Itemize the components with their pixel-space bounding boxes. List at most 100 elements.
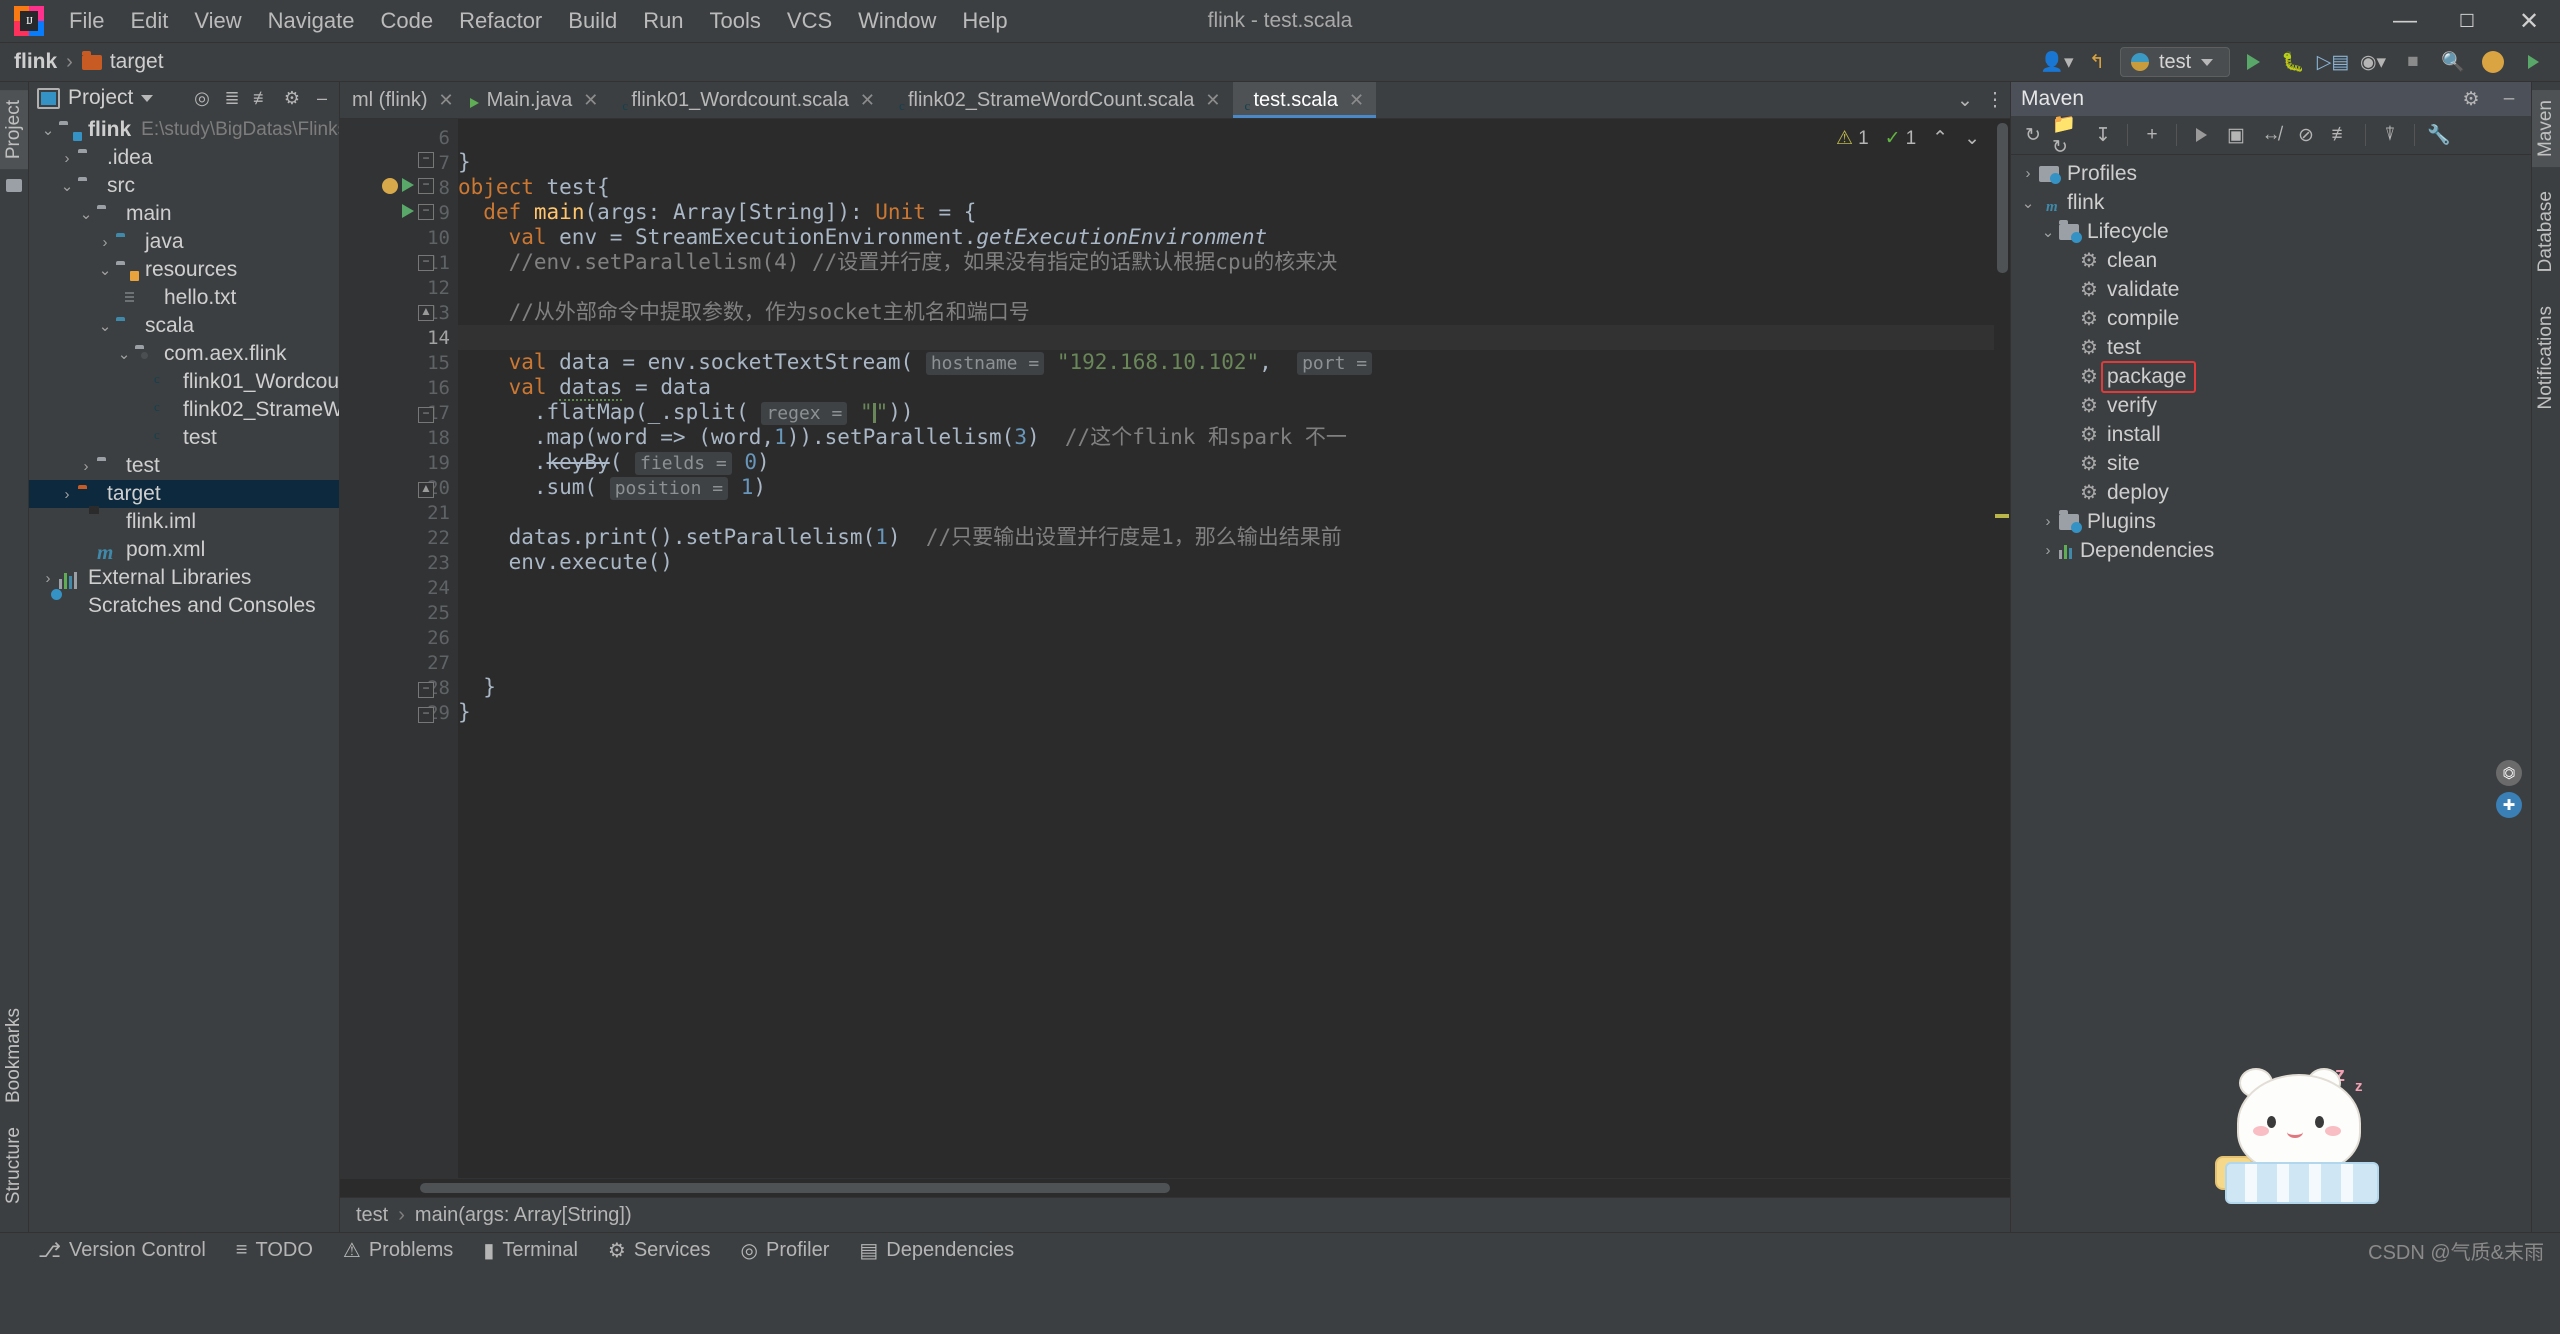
fold-icon[interactable]: ▲ xyxy=(418,482,434,498)
maven-item-verify[interactable]: ⚙ verify xyxy=(2011,391,2531,420)
chevron-down-icon[interactable] xyxy=(141,94,154,102)
tree-item-pom-xml[interactable]: m pom.xml xyxy=(29,536,339,564)
reload-icon[interactable]: ↻ xyxy=(2017,120,2049,150)
execute-goal-icon[interactable]: ▣ xyxy=(2220,120,2252,150)
run-icon[interactable] xyxy=(402,204,414,218)
minimize-button[interactable]: — xyxy=(2374,0,2436,42)
tree-item-test[interactable]: test xyxy=(29,424,339,452)
fold-icon[interactable]: − xyxy=(418,707,434,723)
menu-item-vcs[interactable]: VCS xyxy=(774,4,845,38)
fold-icon[interactable]: − xyxy=(418,255,434,271)
settings-gear-icon[interactable]: ⚙ xyxy=(2455,84,2487,114)
menu-item-run[interactable]: Run xyxy=(630,4,696,38)
menu-item-build[interactable]: Build xyxy=(555,4,630,38)
maven-item-flink[interactable]: ⌄ m flink xyxy=(2011,188,2531,217)
maven-item-clean[interactable]: ⚙ clean xyxy=(2011,246,2531,275)
code-area[interactable]: } object test{ def main(args: Array[Strin… xyxy=(458,119,2010,1178)
editor-tab-test-scala[interactable]: test.scala ✕ xyxy=(1232,82,1377,118)
maven-item-deploy[interactable]: ⚙ deploy xyxy=(2011,478,2531,507)
tree-twisty[interactable]: ⌄ xyxy=(94,317,116,335)
add-module-icon[interactable]: 📁↻ xyxy=(2052,114,2084,158)
next-problem-icon[interactable]: ⌄ xyxy=(1964,127,1980,150)
menu-item-view[interactable]: View xyxy=(181,4,254,38)
tab-overflow-icon[interactable]: ⌄ xyxy=(1950,83,1980,117)
status-item-todo[interactable]: ≡ TODO xyxy=(236,1239,313,1262)
tree-item-flink[interactable]: ⌄ flink E:\study\BigDatas\Flinks\flink xyxy=(29,116,339,144)
maven-item-compile[interactable]: ⚙ compile xyxy=(2011,304,2531,333)
hide-icon[interactable]: – xyxy=(309,85,335,111)
close-icon[interactable]: ✕ xyxy=(860,90,875,111)
sidebar-item-database[interactable]: Database xyxy=(2532,181,2560,282)
tree-item-com-aex-flink[interactable]: ⌄ com.aex.flink xyxy=(29,340,339,368)
menu-item-refactor[interactable]: Refactor xyxy=(446,4,555,38)
plus-icon[interactable]: + xyxy=(2136,120,2168,150)
maven-item-test[interactable]: ⚙ test xyxy=(2011,333,2531,362)
profile-icon[interactable]: ◉▾ xyxy=(2356,47,2390,77)
tree-item-main[interactable]: ⌄ main xyxy=(29,200,339,228)
collapse-all-icon[interactable]: ≢ xyxy=(2325,120,2357,150)
expand-all-icon[interactable]: ≣ xyxy=(219,85,245,111)
maven-item-dependencies[interactable]: › Dependencies xyxy=(2011,536,2531,565)
tree-item-scala[interactable]: ⌄ scala xyxy=(29,312,339,340)
status-item-problems[interactable]: ⚠ Problems xyxy=(343,1238,453,1263)
tree-item-external-libraries[interactable]: › External Libraries xyxy=(29,564,339,592)
download-sources-icon[interactable]: ↧ xyxy=(2087,120,2119,150)
status-item-services[interactable]: ⚙ Services xyxy=(608,1238,711,1263)
tree-twisty[interactable]: ⌄ xyxy=(2017,194,2039,212)
maven-item-install[interactable]: ⚙ install xyxy=(2011,420,2531,449)
stop-icon[interactable]: ■ xyxy=(2396,47,2430,77)
tree-item-java[interactable]: › java xyxy=(29,228,339,256)
back-arrow-icon[interactable]: ↰ xyxy=(2080,47,2114,77)
editor-tab-flink02-stramewordcount-scala[interactable]: flink02_StrameWordCount.scala ✕ xyxy=(887,82,1233,118)
search-icon[interactable]: 🔍 xyxy=(2436,47,2470,77)
run-gutter-icon[interactable] xyxy=(382,178,398,194)
tree-twisty[interactable]: › xyxy=(37,570,59,587)
show-dependencies-icon[interactable]: ⍒ xyxy=(2374,120,2406,150)
maven-item-site[interactable]: ⚙ site xyxy=(2011,449,2531,478)
menu-item-window[interactable]: Window xyxy=(845,4,949,38)
run-icon[interactable] xyxy=(2236,47,2270,77)
maven-item-validate[interactable]: ⚙ validate xyxy=(2011,275,2531,304)
menu-item-code[interactable]: Code xyxy=(368,4,447,38)
tree-twisty[interactable]: › xyxy=(2037,542,2059,559)
cursor-badge-icon[interactable]: ✚ xyxy=(2496,792,2522,818)
tree-twisty[interactable]: ⌄ xyxy=(37,121,59,139)
fold-icon[interactable]: − xyxy=(418,152,434,168)
editor-tab-flink01-wordcount-scala[interactable]: flink01_Wordcount.scala ✕ xyxy=(610,82,887,118)
status-item-dependencies[interactable]: ▤ Dependencies xyxy=(859,1238,1014,1263)
run-icon[interactable] xyxy=(402,178,414,192)
tab-options-icon[interactable]: ⋮ xyxy=(1980,83,2010,117)
tree-twisty[interactable]: › xyxy=(2017,165,2039,182)
close-icon[interactable]: ✕ xyxy=(439,90,454,111)
maven-item-package[interactable]: ⚙ package xyxy=(2011,360,2531,393)
translate-badge-icon[interactable]: ⏣ xyxy=(2496,760,2522,786)
run-icon[interactable] xyxy=(2185,120,2217,150)
tree-twisty[interactable]: › xyxy=(56,150,78,167)
tree-item-flink01-wordcount[interactable]: flink01_Wordcount xyxy=(29,368,339,396)
tree-twisty[interactable]: › xyxy=(94,234,116,251)
toggle-skip-tests-icon[interactable]: ↮ xyxy=(2255,120,2287,150)
maven-item-lifecycle[interactable]: ⌄ Lifecycle xyxy=(2011,217,2531,246)
menu-item-file[interactable]: File xyxy=(56,4,117,38)
tree-item-flink-iml[interactable]: flink.iml xyxy=(29,508,339,536)
fold-icon[interactable]: − xyxy=(418,407,434,423)
maximize-button[interactable]: ☐ xyxy=(2436,0,2498,42)
breadcrumb-class[interactable]: test xyxy=(356,1204,388,1227)
sidebar-item-maven[interactable]: Maven xyxy=(2532,90,2560,168)
tree-item-test[interactable]: › test xyxy=(29,452,339,480)
settings-gear-icon[interactable]: ⚙ xyxy=(279,85,305,111)
tree-item-target[interactable]: › target xyxy=(29,480,339,508)
breadcrumb-project[interactable]: flink xyxy=(14,50,57,74)
editor-vertical-scrollbar[interactable] xyxy=(1994,119,2010,1178)
menu-item-tools[interactable]: Tools xyxy=(697,4,774,38)
collapse-all-icon[interactable]: ≢ xyxy=(249,85,275,111)
sidebar-item-notifications[interactable]: Notifications xyxy=(2532,296,2560,420)
close-icon[interactable]: ✕ xyxy=(583,90,598,111)
editor-tab-main-java[interactable]: Main.java ✕ xyxy=(466,82,611,118)
tree-twisty[interactable]: ⌄ xyxy=(113,345,135,363)
editor-horizontal-scrollbar[interactable] xyxy=(340,1178,2010,1197)
status-item-version-control[interactable]: ⎇ Version Control xyxy=(38,1238,206,1263)
updates-icon[interactable] xyxy=(2476,47,2510,77)
tree-item-flink02-stramewordcount[interactable]: flink02_StrameWordCount xyxy=(29,396,339,424)
fold-icon[interactable]: − xyxy=(418,178,434,194)
